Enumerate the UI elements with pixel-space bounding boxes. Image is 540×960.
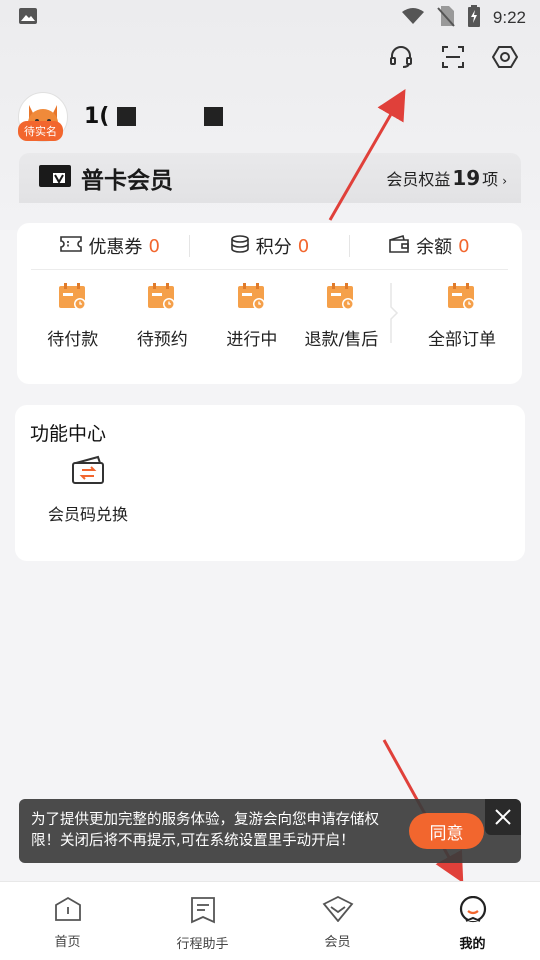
function-center-title: 功能中心 [30,423,107,445]
order-pending-payment[interactable]: 待付款 [28,283,118,350]
assets-card: 优惠券 0 积分 0 余额 0 待付款 待预约 进行中 退款/售后 全部订单 [17,223,522,384]
nav-member[interactable]: 会员 [270,882,405,960]
order-label: 退款/售后 [304,330,379,350]
member-icon [322,895,354,926]
member-rights-unit: 项 [482,170,499,189]
assets-row: 优惠券 0 积分 0 余额 0 [31,223,508,270]
order-calendar-icon [58,283,88,315]
status-time: 9:22 [492,8,526,27]
order-label: 待预约 [136,330,188,350]
permission-toast: 为了提供更加完整的服务体验，复游会向您申请存储权限！关闭后将不再提示,可在系统设… [19,799,521,863]
close-icon[interactable] [485,799,521,835]
redacted-block [117,107,137,126]
asset-balance[interactable]: 余额 0 [350,233,508,259]
wifi-icon [401,7,425,29]
member-rights-link[interactable]: 会员权益 19 项 › [386,166,507,190]
username-text: 1( [84,104,110,129]
member-card[interactable]: 普卡会员 会员权益 19 项 › [19,153,521,203]
nav-label: 行程助手 [176,937,229,952]
function-center-card: 功能中心 会员码兑换 [15,405,525,561]
nav-itinerary[interactable]: 行程助手 [135,882,270,960]
order-all-label: 全部订单 [427,330,496,350]
member-code-exchange[interactable]: 会员码兑换 [43,455,133,525]
home-icon [54,896,82,926]
gallery-notification-icon [18,7,38,29]
member-level-title: 普卡会员 [81,168,173,194]
nav-label: 会员 [324,935,351,950]
nav-mine[interactable]: 我的 [405,882,540,960]
vip-card-icon [39,165,71,191]
asset-points[interactable]: 积分 0 [190,233,348,259]
order-in-progress[interactable]: 进行中 [207,283,297,350]
order-all[interactable]: 全部订单 [402,283,522,350]
nav-label: 首页 [54,935,81,950]
coupon-icon [60,235,83,257]
nav-label: 我的 [459,937,486,952]
redacted-block [204,107,224,126]
asset-value: 0 [148,235,160,257]
order-label: 待付款 [47,330,99,350]
chevron-right-icon: › [502,174,507,188]
agree-button[interactable]: 同意 [409,813,484,849]
header-actions [388,44,518,70]
scan-icon[interactable] [440,44,466,70]
orders-row: 待付款 待预约 进行中 退款/售后 全部订单 [17,283,522,373]
member-rights-label: 会员权益 [386,170,451,189]
order-pending-booking[interactable]: 待预约 [118,283,208,350]
exchange-ticket-icon [71,455,105,489]
asset-value: 0 [297,235,310,257]
asset-label: 积分 [255,237,292,258]
order-calendar-icon [326,283,356,315]
avatar-wrapper[interactable]: 待实名 [18,92,72,146]
member-rights-count: 19 [452,166,481,190]
function-item-label: 会员码兑换 [47,505,128,524]
asset-label: 余额 [416,237,453,258]
order-calendar-icon [237,283,267,315]
username: 1( [84,104,224,129]
asset-label: 优惠券 [88,237,143,258]
profile-icon [458,895,488,928]
settings-icon[interactable] [492,44,518,70]
order-calendar-icon [447,283,477,315]
verify-badge[interactable]: 待实名 [18,121,63,141]
battery-charging-icon [467,5,481,31]
wallet-icon [388,234,410,258]
status-bar: 9:22 [0,0,540,36]
order-calendar-icon [147,283,177,315]
headset-icon[interactable] [388,44,414,70]
order-refund-aftersale[interactable]: 退款/售后 [297,283,387,350]
nav-home[interactable]: 首页 [0,882,135,960]
bottom-nav: 首页 行程助手 会员 我的 [0,881,540,960]
itinerary-icon [190,896,216,928]
asset-value: 0 [458,235,470,257]
toast-message: 为了提供更加完整的服务体验，复游会向您申请存储权限！关闭后将不再提示,可在系统设… [31,812,379,849]
asset-coupons[interactable]: 优惠券 0 [31,233,189,259]
points-coin-icon [230,234,250,258]
no-sim-icon [437,5,455,31]
order-divider [388,283,402,343]
order-label: 进行中 [226,330,278,350]
